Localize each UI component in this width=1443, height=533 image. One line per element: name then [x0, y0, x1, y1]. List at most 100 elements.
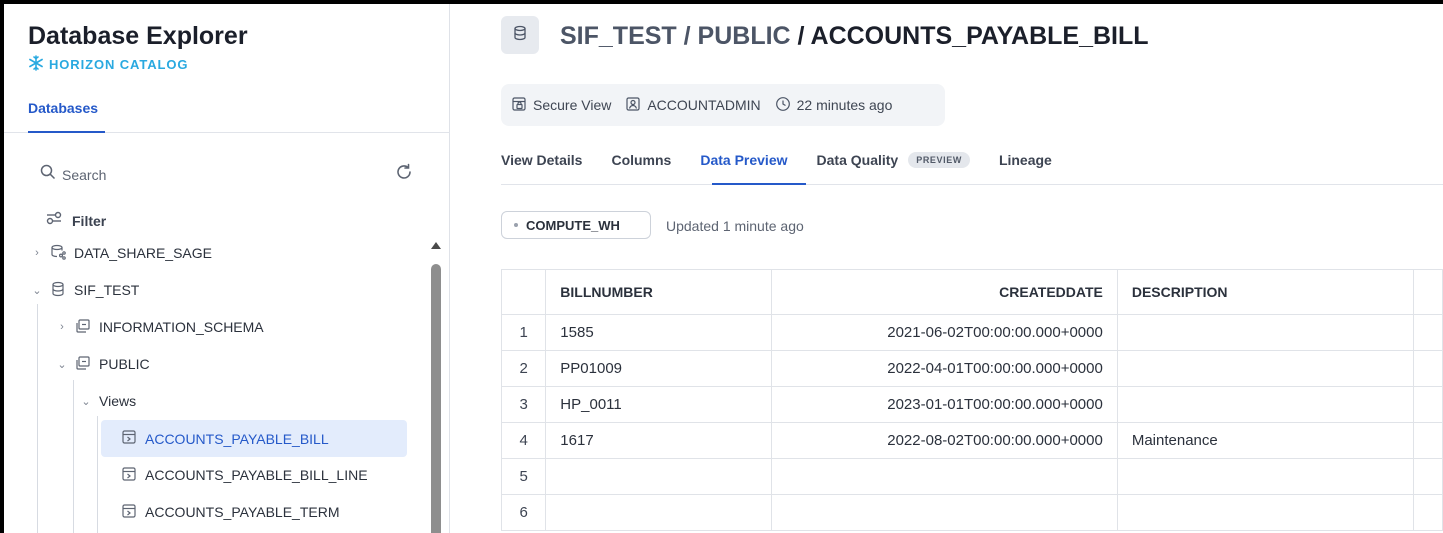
scrollbar-thumb[interactable]	[431, 264, 441, 533]
active-tab-underline	[712, 183, 806, 185]
column-header-createddate[interactable]: CREATEDDATE	[771, 269, 1118, 315]
search-icon	[40, 164, 56, 185]
cell-createddate[interactable]: 2022-08-02T00:00:00.000+0000	[771, 422, 1118, 459]
tree-item-label: Views	[99, 393, 137, 409]
object-path-breadcrumb: SIF_TEST / PUBLIC / ACCOUNTS_PAYABLE_BIL…	[560, 22, 1149, 51]
breadcrumb-schema[interactable]: PUBLIC	[698, 22, 791, 50]
tree-item-label: SIF_TEST	[74, 282, 140, 298]
table-row[interactable]: 5	[500, 458, 1443, 495]
cell-description[interactable]	[1116, 350, 1414, 387]
cell-billnumber[interactable]	[545, 458, 773, 495]
meta-type: Secure View	[511, 96, 611, 115]
row-number-header	[500, 269, 547, 315]
tree-item-accounts-payable-term[interactable]: ACCOUNTS_PAYABLE_TERM	[121, 499, 340, 525]
cell-billnumber[interactable]	[545, 494, 773, 531]
row-number: 4	[500, 422, 547, 459]
tab-label: View Details	[501, 152, 583, 168]
row-number: 6	[500, 494, 547, 531]
table-row[interactable]: 6	[500, 494, 1443, 531]
sidebar-scrollbar[interactable]	[428, 240, 444, 533]
cell-createddate[interactable]: 2023-01-01T00:00:00.000+0000	[771, 386, 1118, 423]
data-preview-table: BILLNUMBER CREATEDDATE DESCRIPTION 1 158…	[500, 269, 1443, 531]
tab-lineage[interactable]: Lineage	[999, 152, 1052, 168]
cell-billnumber[interactable]: 1617	[545, 422, 773, 459]
search-input[interactable]: Search	[40, 164, 106, 185]
tab-data-preview[interactable]: Data Preview	[700, 152, 787, 168]
refresh-icon	[395, 163, 413, 185]
cell-overflow	[1412, 494, 1443, 531]
tree-item-data-share-sage[interactable]: › DATA_SHARE_SAGE	[32, 240, 212, 266]
breadcrumb-database[interactable]: SIF_TEST	[560, 22, 677, 50]
app-title: Database Explorer	[28, 22, 248, 50]
cell-description[interactable]: Maintenance	[1116, 422, 1414, 459]
column-header-description[interactable]: DESCRIPTION	[1116, 269, 1414, 315]
filter-label: Filter	[72, 212, 107, 229]
cell-description[interactable]	[1116, 494, 1414, 531]
cell-createddate[interactable]	[771, 458, 1118, 495]
chevron-down-icon[interactable]: ⌄	[57, 358, 67, 371]
column-header-billnumber[interactable]: BILLNUMBER	[545, 269, 773, 315]
chevron-right-icon[interactable]: ›	[32, 247, 42, 259]
row-number: 2	[500, 350, 547, 387]
horizon-catalog-label: HORIZON CATALOG	[28, 55, 188, 74]
view-icon	[121, 466, 137, 485]
tree-item-accounts-payable-bill-line[interactable]: ACCOUNTS_PAYABLE_BILL_LINE	[121, 462, 368, 488]
cell-description[interactable]	[1116, 458, 1414, 495]
breadcrumb-object: ACCOUNTS_PAYABLE_BILL	[810, 22, 1149, 50]
breadcrumb-separator: /	[676, 22, 698, 50]
object-detail-panel: SIF_TEST / PUBLIC / ACCOUNTS_PAYABLE_BIL…	[451, 4, 1443, 533]
tree-item-public[interactable]: ⌄ PUBLIC	[57, 351, 150, 377]
cell-description[interactable]	[1116, 314, 1414, 351]
clock-icon	[775, 96, 791, 115]
view-icon	[121, 429, 137, 448]
warehouse-status-dot-icon	[514, 223, 518, 227]
filter-button[interactable]: Filter	[46, 210, 106, 231]
tree-item-information-schema[interactable]: › INFORMATION_SCHEMA	[57, 314, 264, 340]
cell-createddate[interactable]	[771, 494, 1118, 531]
tree-item-label: ACCOUNTS_PAYABLE_BILL	[145, 430, 329, 447]
tab-data-quality[interactable]: Data Quality PREVIEW	[817, 152, 970, 168]
cell-createddate[interactable]: 2021-06-02T00:00:00.000+0000	[771, 314, 1118, 351]
cell-billnumber[interactable]: HP_0011	[545, 386, 773, 423]
chevron-down-icon[interactable]: ⌄	[32, 284, 42, 297]
refresh-button[interactable]	[395, 163, 413, 186]
database-icon	[512, 25, 528, 46]
table-header-row: BILLNUMBER CREATEDDATE DESCRIPTION	[500, 269, 1443, 315]
cell-description[interactable]	[1116, 386, 1414, 423]
tree-item-label: ACCOUNTS_PAYABLE_BILL_LINE	[145, 467, 368, 483]
tab-columns[interactable]: Columns	[611, 152, 671, 168]
tree-item-accounts-payable-bill[interactable]: ACCOUNTS_PAYABLE_BILL	[101, 420, 407, 457]
database-icon	[50, 281, 66, 300]
table-row[interactable]: 2 PP01009 2022-04-01T00:00:00.000+0000	[500, 350, 1443, 387]
cell-overflow	[1412, 386, 1443, 423]
tab-view-details[interactable]: View Details	[501, 152, 582, 168]
scroll-up-arrow-icon[interactable]	[431, 242, 441, 249]
database-explorer-sidebar: Database Explorer HORIZON CATALOG Databa…	[4, 4, 450, 533]
table-row[interactable]: 1 1585 2021-06-02T00:00:00.000+0000	[500, 314, 1443, 351]
cell-billnumber[interactable]: 1585	[545, 314, 773, 351]
tree-guide-line	[73, 380, 74, 533]
tree-item-sif-test[interactable]: ⌄ SIF_TEST	[32, 277, 139, 303]
cell-createddate[interactable]: 2022-04-01T00:00:00.000+0000	[771, 350, 1118, 387]
tree-item-label: DATA_SHARE_SAGE	[74, 245, 212, 261]
filter-icon	[46, 210, 62, 231]
meta-owner: ACCOUNTADMIN	[625, 96, 761, 115]
tree-item-label: PUBLIC	[99, 356, 150, 372]
warehouse-name: COMPUTE_WH	[526, 217, 620, 233]
tree-item-views[interactable]: ⌄ Views	[81, 388, 136, 414]
table-row[interactable]: 4 1617 2022-08-02T00:00:00.000+0000 Main…	[500, 422, 1443, 459]
search-placeholder: Search	[62, 166, 107, 183]
shared-database-icon	[50, 244, 66, 263]
chevron-right-icon[interactable]: ›	[57, 321, 67, 333]
cell-billnumber[interactable]: PP01009	[545, 350, 773, 387]
cell-overflow	[1412, 350, 1443, 387]
meta-owner-label: ACCOUNTADMIN	[647, 97, 761, 113]
warehouse-selector[interactable]: COMPUTE_WH	[501, 211, 651, 239]
meta-modified-label: 22 minutes ago	[796, 97, 893, 113]
table-row[interactable]: 3 HP_0011 2023-01-01T00:00:00.000+0000	[500, 386, 1443, 423]
row-number: 5	[500, 458, 547, 495]
tabs-divider	[501, 184, 1443, 185]
app-window: Database Explorer HORIZON CATALOG Databa…	[4, 4, 1443, 533]
chevron-down-icon[interactable]: ⌄	[81, 395, 91, 408]
tab-databases[interactable]: Databases	[28, 100, 98, 116]
